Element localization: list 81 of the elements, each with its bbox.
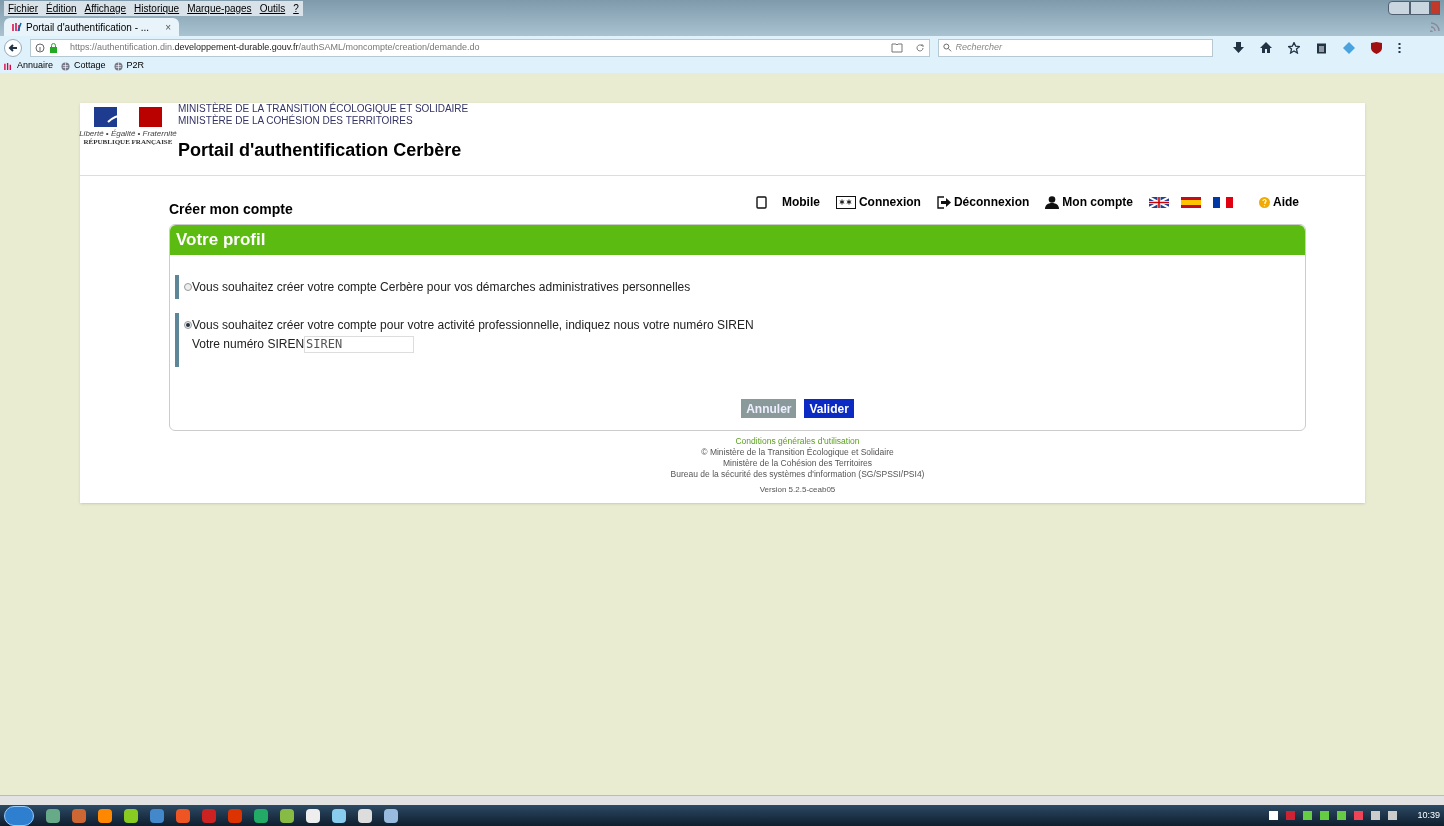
- bookmark-item[interactable]: Annuaire: [4, 59, 54, 73]
- footer-text: Ministère de la Cohésion des Territoires: [722, 458, 873, 469]
- horizontal-scrollbar[interactable]: [0, 795, 1444, 805]
- start-button[interactable]: [4, 805, 34, 826]
- taskbar-app-icon[interactable]: [332, 808, 346, 823]
- password-field-icon: [835, 195, 856, 209]
- colored-bars-icon: [4, 61, 13, 71]
- back-arrow-icon: [8, 42, 18, 53]
- taskbar-app-icon[interactable]: [384, 808, 398, 823]
- menu-item[interactable]: Outils: [259, 0, 286, 16]
- browser-tab[interactable]: Portail d'authentification - ... ×: [4, 18, 179, 36]
- nav-link[interactable]: Déconnexion: [936, 193, 1030, 211]
- search-field[interactable]: Rechercher: [938, 38, 1213, 57]
- option-label: Vous souhaitez créer votre compte pour votre activité professionnelle, indiquez nous votre numéro SIREN: [192, 317, 754, 334]
- menu-item[interactable]: Fichier: [8, 0, 38, 16]
- french-flag-icon[interactable]: [1213, 196, 1233, 208]
- logo-motto: Liberté • Égalité • Fraternité: [79, 129, 177, 138]
- overflow-menu-icon[interactable]: [1398, 41, 1401, 54]
- colored-bars-icon: [12, 22, 22, 32]
- version-text: Version 5.2.5-ceab05: [759, 484, 836, 495]
- footer-text: Bureau de la sécurité des systèmes d'information (SG/SPSSI/PSI4): [670, 469, 925, 480]
- reader-view-icon[interactable]: [891, 42, 903, 53]
- download-arrow-icon[interactable]: [1233, 41, 1244, 54]
- info-icon: [35, 42, 45, 53]
- taskbar-app-icon[interactable]: [280, 808, 294, 823]
- rss-icon: [1430, 22, 1440, 32]
- minimize-button[interactable]: [1388, 1, 1410, 15]
- siren-input-field[interactable]: SIREN: [304, 335, 415, 353]
- terms-link[interactable]: Conditions générales d'utilisation: [735, 436, 860, 447]
- person-icon: [1045, 195, 1060, 209]
- tab-close-button[interactable]: ×: [165, 19, 171, 35]
- home-icon[interactable]: [1260, 42, 1272, 53]
- nav-link[interactable]: Mon compte: [1045, 193, 1133, 211]
- help-icon: [1259, 196, 1270, 208]
- panel-header: Votre profil: [170, 225, 1305, 255]
- globe-icon: [113, 61, 123, 71]
- exit-arrow-icon: [936, 195, 951, 209]
- marianne-flag-icon: [94, 107, 162, 127]
- taskbar-app-icon[interactable]: [306, 808, 320, 823]
- radio-button[interactable]: [184, 283, 192, 291]
- menu-item[interactable]: ?: [293, 0, 299, 16]
- portal-title: Portail d'authentification Cerbère: [178, 139, 463, 162]
- shield-icon[interactable]: [1371, 41, 1382, 54]
- address-bar[interactable]: https://authentification.din.developpement-durable.gouv.fr/authSAML/moncompte/creation/demande.do: [30, 38, 930, 57]
- bookmark-item[interactable]: Cottage: [61, 59, 106, 73]
- maximize-button[interactable]: [1410, 1, 1430, 15]
- spanish-flag-icon[interactable]: [1181, 196, 1201, 208]
- reload-icon[interactable]: [915, 42, 925, 53]
- nav-link[interactable]: Aide: [1259, 193, 1299, 211]
- british-flag-icon[interactable]: [1149, 196, 1169, 208]
- page-heading: Créer mon compte: [169, 200, 293, 219]
- search-input[interactable]: Rechercher: [955, 40, 1208, 55]
- bookmark-item[interactable]: P2R: [113, 59, 145, 73]
- menu-item[interactable]: Affichage: [84, 0, 127, 16]
- clock: 10:39: [1417, 808, 1440, 822]
- star-icon[interactable]: [1288, 41, 1300, 54]
- globe-icon: [61, 61, 71, 71]
- nav-link[interactable]: Mobile: [755, 193, 820, 211]
- menu-item[interactable]: Édition: [46, 0, 77, 16]
- ministry-name: MINISTÈRE DE LA COHÉSION DES TERRITOIRES: [178, 115, 414, 127]
- tablet-icon: [755, 195, 767, 209]
- url-text: https://authentification.din.developpement-durable.gouv.fr/authSAML/moncompte/creation/demande.do: [70, 40, 480, 54]
- radio-button[interactable]: [184, 321, 192, 329]
- back-button[interactable]: [4, 38, 22, 57]
- footer-text: © Ministère de la Transition Écologique et Solidaire: [701, 447, 894, 458]
- option-label: Vous souhaitez créer votre compte Cerbère pour vos démarches administratives personnelles: [192, 279, 691, 296]
- padlock-icon: [49, 42, 58, 53]
- taskbar-app-icon[interactable]: [124, 808, 138, 823]
- taskbar-app-icon[interactable]: [46, 808, 60, 823]
- ministry-name: MINISTÈRE DE LA TRANSITION ÉCOLOGIQUE ET SOLIDAIRE: [178, 103, 469, 114]
- tab-title: Portail d'authentification - ...: [26, 20, 150, 35]
- clipboard-icon[interactable]: [1316, 41, 1327, 54]
- taskbar-app-icon[interactable]: [98, 808, 112, 823]
- menu-item[interactable]: Marque-pages: [187, 0, 252, 16]
- menu-item[interactable]: Historique: [134, 0, 180, 16]
- nav-link[interactable]: Connexion: [835, 193, 921, 211]
- taskbar-app-icon[interactable]: [254, 808, 268, 823]
- search-icon: [943, 43, 952, 52]
- field-label: Votre numéro SIREN: [192, 336, 305, 353]
- taskbar-app-icon[interactable]: [358, 808, 372, 823]
- form-button[interactable]: Valider: [804, 399, 854, 418]
